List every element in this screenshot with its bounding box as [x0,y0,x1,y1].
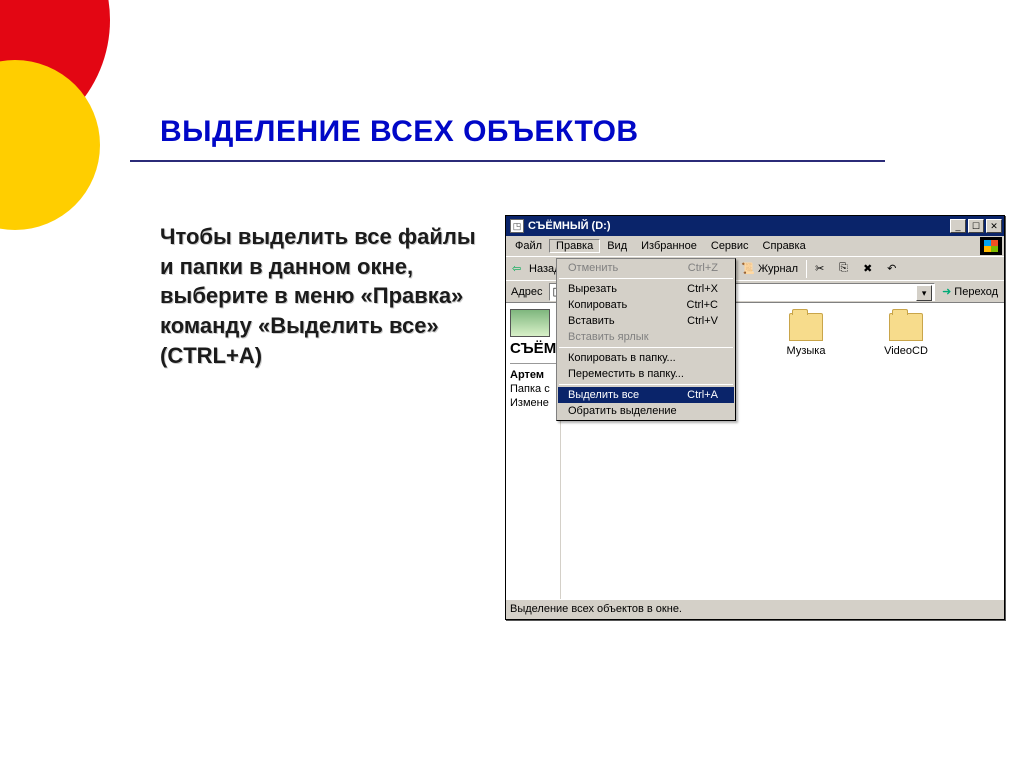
menu-invert-label: Обратить выделение [568,405,718,417]
titlebar[interactable]: ◳ СЪЁМНЫЙ (D:) _ ☐ ✕ [506,216,1004,236]
toolbar-separator [806,260,807,278]
menu-edit[interactable]: Правка [549,239,600,253]
menu-select-all[interactable]: Выделить все Ctrl+A [558,387,734,403]
side-line1: Папка с [510,382,556,396]
menu-separator [559,278,733,279]
delete-icon [863,262,877,276]
menu-selall-label: Выделить все [568,389,687,401]
menu-move-to[interactable]: Переместить в папку... [558,366,734,382]
menubar: Файл Правка Вид Избранное Сервис Справка [506,236,1004,256]
menu-paste-label: Вставить [568,315,687,327]
menu-undo-shortcut: Ctrl+Z [688,262,718,274]
menu-copyto-label: Копировать в папку... [568,352,718,364]
minimize-button[interactable]: _ [950,219,966,233]
drive-name: СЪЁМ [510,339,556,359]
drive-icon: ◳ [510,219,524,233]
menu-paste-shortcut[interactable]: Вставить ярлык [558,329,734,345]
folder-icon [789,313,823,341]
folder-label: VideoCD [884,345,928,357]
copy-button[interactable] [835,259,857,279]
folder-label: Музыка [787,345,826,357]
menu-pastesc-label: Вставить ярлык [568,331,718,343]
menu-undo[interactable]: Отменить Ctrl+Z [558,260,734,276]
undo-icon [887,262,901,276]
folder-item-music[interactable]: Музыка [771,313,841,357]
menu-copy-label: Копировать [568,299,687,311]
address-label: Адрес [508,286,546,298]
close-button[interactable]: ✕ [986,219,1002,233]
undo-button[interactable] [883,259,905,279]
edit-menu-dropdown: Отменить Ctrl+Z Вырезать Ctrl+X Копирова… [556,258,736,421]
side-line2: Измене [510,396,556,410]
menu-moveto-label: Переместить в папку... [568,368,718,380]
menu-file[interactable]: Файл [508,239,549,253]
menu-undo-label: Отменить [568,262,688,274]
go-label: Переход [954,286,998,298]
menu-cut-label: Вырезать [568,283,687,295]
explorer-window: ◳ СЪЁМНЫЙ (D:) _ ☐ ✕ Файл Правка Вид Изб… [505,215,1005,620]
cut-icon [815,262,829,276]
back-icon [512,262,526,276]
menu-view[interactable]: Вид [600,239,634,253]
history-button[interactable]: Журнал [737,259,802,279]
go-button[interactable]: Переход [938,285,1002,298]
side-separator [510,363,556,364]
folder-icon [889,313,923,341]
menu-cut[interactable]: Вырезать Ctrl+X [558,281,734,297]
menu-separator [559,384,733,385]
side-selection-title: Артем [510,369,544,381]
copy-icon [839,262,853,276]
maximize-button[interactable]: ☐ [968,219,984,233]
slide-body-text: Чтобы выделить все файлы и папки в данно… [160,222,480,370]
menu-selall-shortcut: Ctrl+A [687,389,718,401]
history-icon [741,262,755,276]
slide-title: ВЫДЕЛЕНИЕ ВСЕХ ОБЪЕКТОВ [160,115,639,149]
cut-button[interactable] [811,259,833,279]
window-title: СЪЁМНЫЙ (D:) [528,220,946,232]
menu-copy[interactable]: Копировать Ctrl+C [558,297,734,313]
menu-fav[interactable]: Избранное [634,239,704,253]
menu-separator [559,347,733,348]
menu-paste-shortcut: Ctrl+V [687,315,718,327]
go-icon [942,285,951,298]
status-text: Выделение всех объектов в окне. [510,603,682,615]
delete-button[interactable] [859,259,881,279]
drive-big-icon [510,309,550,337]
menu-paste[interactable]: Вставить Ctrl+V [558,313,734,329]
side-pane: СЪЁМ Артем Папка с Измене [506,303,561,599]
windows-logo-icon [980,237,1002,255]
title-underline [130,160,885,162]
menu-tools[interactable]: Сервис [704,239,756,253]
folder-item-videocd[interactable]: VideoCD [871,313,941,357]
menu-invert-selection[interactable]: Обратить выделение [558,403,734,419]
menu-copy-to[interactable]: Копировать в папку... [558,350,734,366]
history-label: Журнал [758,263,798,275]
menu-help[interactable]: Справка [756,239,813,253]
menu-cut-shortcut: Ctrl+X [687,283,718,295]
status-bar: Выделение всех объектов в окне. [506,599,1004,617]
menu-copy-shortcut: Ctrl+C [687,299,718,311]
